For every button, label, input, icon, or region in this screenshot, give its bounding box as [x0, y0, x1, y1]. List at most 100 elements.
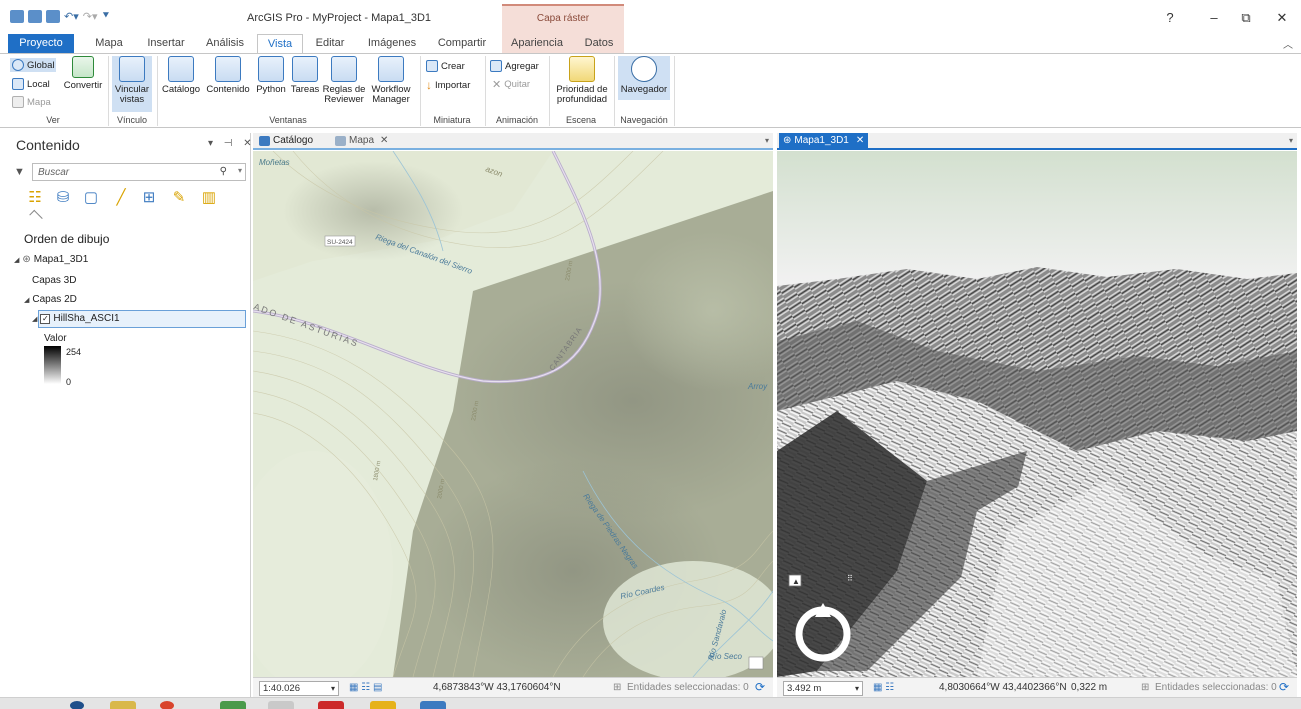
create-thumbnail-icon — [426, 60, 438, 72]
navegador-button[interactable]: Navegador — [618, 56, 670, 100]
tab-catalogo[interactable]: Catálogo — [255, 133, 317, 149]
close-icon[interactable]: ✕ — [380, 133, 388, 149]
scene-view-3d[interactable]: ▲ ⠿ — [777, 151, 1297, 677]
importar-button[interactable]: ↓ Importar — [426, 78, 470, 92]
close-button[interactable]: ✕ — [1272, 10, 1292, 26]
visibility-checkbox[interactable]: ✓ — [40, 313, 51, 324]
snapping-icon[interactable]: ⊞ — [140, 190, 158, 206]
taskbar-app-icon[interactable] — [268, 701, 294, 709]
layer-name: HillSha_ASCI1 — [53, 313, 120, 324]
map-canvas: SU-2424 Moñetas azon Riega del Canalón d… — [253, 151, 773, 677]
data-source-icon[interactable]: ⛁ — [54, 190, 72, 206]
undo-icon[interactable]: ↶▾ — [64, 10, 79, 23]
save-project-icon[interactable] — [46, 10, 60, 23]
taskbar-app-icon[interactable] — [420, 701, 446, 709]
map-scale-input[interactable]: 1:40.026 ▾ — [259, 681, 339, 696]
tab-insertar[interactable]: Insertar — [140, 34, 192, 53]
layers-2d-label: Capas 2D — [32, 294, 77, 305]
refresh-icon[interactable]: ⟳ — [755, 680, 765, 694]
customize-qat-icon[interactable]: ⯆ — [102, 10, 111, 23]
help-button[interactable]: ? — [1160, 10, 1180, 25]
agregar-button[interactable]: Agregar — [490, 60, 539, 72]
vincular-vistas-button[interactable]: Vincular vistas — [112, 56, 152, 112]
map-selected-count[interactable]: Entidades seleccionadas: 0 — [627, 682, 749, 693]
local-button[interactable]: Local — [12, 78, 50, 90]
search-icon[interactable]: ⚲ — [220, 166, 227, 177]
tab-mapa1-3d1[interactable]: ⊛ Mapa1_3D1 ✕ — [779, 133, 869, 149]
tab-imagenes[interactable]: Imágenes — [362, 34, 422, 53]
global-button[interactable]: Global — [10, 58, 57, 72]
search-placeholder: Buscar — [38, 167, 70, 178]
new-project-icon[interactable] — [10, 10, 24, 23]
catalogo-button[interactable]: Catálogo — [160, 56, 202, 95]
ribbon-tabs: Proyecto Mapa Insertar Análisis Vista Ed… — [0, 34, 1301, 53]
tareas-button[interactable]: Tareas — [289, 56, 321, 95]
reglas-reviewer-button[interactable]: Reglas de Reviewer — [322, 56, 366, 105]
expand-arrow-icon: ▲ — [792, 577, 800, 586]
redo-icon[interactable]: ↷▾ — [83, 10, 98, 23]
tree-3d-layers[interactable]: Capas 3D — [32, 275, 76, 286]
tab-analisis[interactable]: Análisis — [200, 34, 250, 53]
chevron-down-icon[interactable]: ▾ — [855, 682, 859, 695]
tree-map-item[interactable]: ◢ ⊛ Mapa1_3D1 — [14, 254, 88, 265]
tab-datos[interactable]: Datos — [578, 34, 620, 53]
python-button[interactable]: Python — [254, 56, 288, 95]
map-overlay-toggle[interactable] — [748, 656, 764, 670]
tab-apariencia[interactable]: Apariencia — [505, 34, 569, 53]
mapa-button[interactable]: Mapa — [12, 96, 51, 108]
chevron-down-icon[interactable]: ▾ — [765, 136, 769, 145]
prioridad-profundidad-button[interactable]: Prioridad de profundidad — [553, 56, 611, 105]
crear-button[interactable]: Crear — [426, 60, 465, 72]
workflow-manager-button[interactable]: Workflow Manager — [367, 56, 415, 105]
tab-compartir[interactable]: Compartir — [430, 34, 494, 53]
map-label-1: Moñetas — [259, 158, 290, 167]
editing-icon[interactable]: ╱ — [112, 190, 130, 206]
catalogo-label: Catálogo — [161, 84, 201, 95]
tab-mapa-view[interactable]: Mapa ✕ — [331, 133, 392, 149]
refresh-icon[interactable]: ⟳ — [1279, 680, 1289, 694]
scene-icon: ⊛ — [783, 135, 792, 146]
map-label-10: Río Seco — [709, 652, 742, 661]
search-input[interactable]: Buscar ⚲ ▾ — [32, 163, 246, 181]
taskbar-app-icon[interactable] — [220, 701, 246, 709]
chevron-down-icon[interactable]: ▾ — [238, 166, 242, 175]
taskbar-app-icon[interactable] — [370, 701, 396, 709]
tab-scene-label: Mapa1_3D1 — [794, 135, 849, 146]
filter-icon[interactable]: ▼ — [14, 166, 25, 178]
scene-scale-input[interactable]: 3.492 m ▾ — [783, 681, 863, 696]
expand-icon[interactable]: ◢ — [32, 315, 37, 323]
tab-vista[interactable]: Vista — [257, 34, 303, 53]
tree-layer-item[interactable]: ◢ ✓ HillSha_ASCI1 — [32, 313, 120, 324]
chevron-down-icon[interactable]: ▾ — [1289, 136, 1293, 145]
close-icon[interactable]: ✕ — [856, 133, 864, 149]
selection-icon[interactable]: ▢ — [82, 190, 100, 206]
scene-selected-count[interactable]: Entidades seleccionadas: 0 — [1155, 682, 1277, 693]
quitar-button[interactable]: ✕ Quitar — [492, 78, 530, 91]
pane-controls[interactable]: ▾ ⊣ ✕ — [208, 138, 256, 149]
tab-mapa[interactable]: Mapa — [86, 34, 132, 53]
open-project-icon[interactable] — [28, 10, 42, 23]
chevron-down-icon[interactable]: ▾ — [331, 682, 335, 695]
draw-order-heading: Orden de dibujo — [24, 232, 110, 246]
labeling-icon[interactable]: ✎ — [170, 190, 188, 206]
convertir-button[interactable]: Convertir — [62, 56, 104, 91]
map-status-tools-icon[interactable]: ▦ ☷ ▤ — [349, 682, 382, 693]
expand-icon[interactable]: ◢ — [14, 256, 19, 264]
local-label: Local — [27, 78, 50, 90]
taskbar-app-icon[interactable] — [318, 701, 344, 709]
restore-button[interactable]: ⧉ — [1236, 10, 1256, 26]
collapse-ribbon-icon[interactable]: ︿ — [1283, 36, 1293, 51]
charts-icon[interactable]: ▥ — [200, 190, 218, 206]
tab-editar[interactable]: Editar — [308, 34, 352, 53]
expand-icon[interactable]: ◢ — [24, 296, 29, 304]
map-view-2d[interactable]: SU-2424 Moñetas azon Riega del Canalón d… — [253, 151, 773, 677]
taskbar-app-icon[interactable] — [70, 701, 84, 709]
contenido-button[interactable]: Contenido — [203, 56, 253, 95]
taskbar-app-icon[interactable] — [160, 701, 174, 709]
tree-2d-layers[interactable]: ◢ Capas 2D — [24, 294, 77, 305]
tab-proyecto[interactable]: Proyecto — [8, 34, 74, 53]
scene-status-tools-icon[interactable]: ▦ ☷ — [873, 682, 894, 693]
minimize-button[interactable]: – — [1204, 10, 1224, 25]
drawing-order-icon[interactable]: ☷ — [26, 190, 44, 206]
taskbar-app-icon[interactable] — [110, 701, 136, 709]
